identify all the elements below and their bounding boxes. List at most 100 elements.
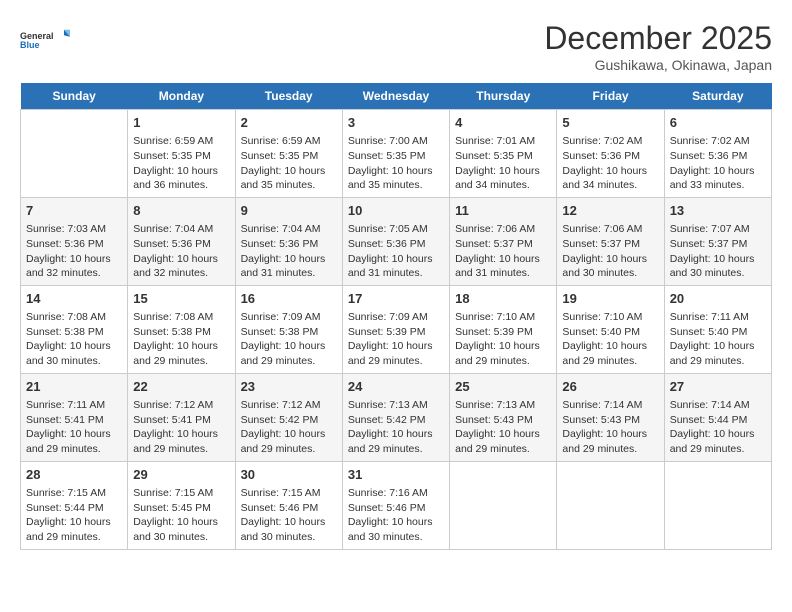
calendar-cell: 17Sunrise: 7:09 AMSunset: 5:39 PMDayligh…: [342, 285, 449, 373]
week-row-4: 21Sunrise: 7:11 AMSunset: 5:41 PMDayligh…: [21, 373, 772, 461]
calendar-cell: [664, 461, 771, 549]
day-number: 7: [26, 202, 122, 220]
calendar-cell: 1Sunrise: 6:59 AMSunset: 5:35 PMDaylight…: [128, 110, 235, 198]
day-info: Sunrise: 7:15 AMSunset: 5:46 PMDaylight:…: [241, 486, 337, 545]
calendar-table: SundayMondayTuesdayWednesdayThursdayFrid…: [20, 83, 772, 550]
day-number: 1: [133, 114, 229, 132]
day-info: Sunrise: 7:10 AMSunset: 5:39 PMDaylight:…: [455, 310, 551, 369]
calendar-cell: 7Sunrise: 7:03 AMSunset: 5:36 PMDaylight…: [21, 197, 128, 285]
week-row-2: 7Sunrise: 7:03 AMSunset: 5:36 PMDaylight…: [21, 197, 772, 285]
day-number: 13: [670, 202, 766, 220]
day-number: 14: [26, 290, 122, 308]
week-row-5: 28 Sunrise: 7:15 AMSunset: 5:44 PMDayligh…: [21, 461, 772, 549]
day-number: 12: [562, 202, 658, 220]
day-info: Sunrise: 7:02 AMSunset: 5:36 PMDaylight:…: [670, 134, 766, 193]
day-info: Sunrise: 7:02 AMSunset: 5:36 PMDaylight:…: [562, 134, 658, 193]
day-number: 16: [241, 290, 337, 308]
day-number: 25: [455, 378, 551, 396]
day-info: Sunrise: 7:13 AMSunset: 5:43 PMDaylight:…: [455, 398, 551, 457]
weekday-wednesday: Wednesday: [342, 83, 449, 110]
weekday-tuesday: Tuesday: [235, 83, 342, 110]
day-number: 8: [133, 202, 229, 220]
weekday-monday: Monday: [128, 83, 235, 110]
calendar-cell: 30 Sunrise: 7:15 AMSunset: 5:46 PMDayligh…: [235, 461, 342, 549]
day-info: Sunrise: 7:10 AMSunset: 5:40 PMDaylight:…: [562, 310, 658, 369]
calendar-cell: 20 Sunrise: 7:11 AMSunset: 5:40 PMDayligh…: [664, 285, 771, 373]
day-number: 20: [670, 290, 766, 308]
day-number: 17: [348, 290, 444, 308]
day-info: Sunrise: 7:04 AMSunset: 5:36 PMDaylight:…: [241, 222, 337, 281]
day-info: Sunrise: 7:00 AMSunset: 5:35 PMDaylight:…: [348, 134, 444, 193]
day-number: 10: [348, 202, 444, 220]
calendar-cell: 10Sunrise: 7:05 AMSunset: 5:36 PMDayligh…: [342, 197, 449, 285]
month-title: December 2025: [544, 20, 772, 57]
calendar-cell: 8 Sunrise: 7:04 AMSunset: 5:36 PMDaylight…: [128, 197, 235, 285]
day-info: Sunrise: 7:12 AMSunset: 5:42 PMDaylight:…: [241, 398, 337, 457]
week-row-1: 1 Sunrise: 6:59 AMSunset: 5:35 PMDaylight…: [21, 110, 772, 198]
day-number: 27: [670, 378, 766, 396]
day-info: Sunrise: 7:08 AMSunset: 5:38 PMDaylight:…: [26, 310, 122, 369]
calendar-cell: 16Sunrise: 7:09 AMSunset: 5:38 PMDayligh…: [235, 285, 342, 373]
svg-text:General: General: [20, 31, 54, 41]
day-number: 6: [670, 114, 766, 132]
page-header: General Blue December 2025 Gushikawa, Ok…: [20, 20, 772, 73]
calendar-cell: 31 Sunrise: 7:16 AMSunset: 5:46 PMDayligh…: [342, 461, 449, 549]
weekday-friday: Friday: [557, 83, 664, 110]
day-number: 9: [241, 202, 337, 220]
calendar-cell: 18Sunrise: 7:10 AMSunset: 5:39 PMDayligh…: [450, 285, 557, 373]
day-info: Sunrise: 7:15 AMSunset: 5:45 PMDaylight:…: [133, 486, 229, 545]
svg-text:Blue: Blue: [20, 40, 40, 50]
weekday-saturday: Saturday: [664, 83, 771, 110]
calendar-cell: 3 Sunrise: 7:00 AMSunset: 5:35 PMDaylight…: [342, 110, 449, 198]
day-number: 29: [133, 466, 229, 484]
weekday-header-row: SundayMondayTuesdayWednesdayThursdayFrid…: [21, 83, 772, 110]
day-info: Sunrise: 7:14 AMSunset: 5:44 PMDaylight:…: [670, 398, 766, 457]
calendar-cell: 2Sunrise: 6:59 AMSunset: 5:35 PMDaylight…: [235, 110, 342, 198]
weekday-sunday: Sunday: [21, 83, 128, 110]
calendar-cell: 14 Sunrise: 7:08 AMSunset: 5:38 PMDayligh…: [21, 285, 128, 373]
calendar-cell: 22 Sunrise: 7:12 AMSunset: 5:41 PMDayligh…: [128, 373, 235, 461]
calendar-cell: 25 Sunrise: 7:13 AMSunset: 5:43 PMDayligh…: [450, 373, 557, 461]
day-number: 26: [562, 378, 658, 396]
day-info: Sunrise: 7:04 AMSunset: 5:36 PMDaylight:…: [133, 222, 229, 281]
week-row-3: 14 Sunrise: 7:08 AMSunset: 5:38 PMDayligh…: [21, 285, 772, 373]
calendar-cell: 28 Sunrise: 7:15 AMSunset: 5:44 PMDayligh…: [21, 461, 128, 549]
day-info: Sunrise: 7:07 AMSunset: 5:37 PMDaylight:…: [670, 222, 766, 281]
logo: General Blue: [20, 20, 70, 60]
calendar-cell: 11 Sunrise: 7:06 AMSunset: 5:37 PMDayligh…: [450, 197, 557, 285]
day-info: Sunrise: 7:12 AMSunset: 5:41 PMDaylight:…: [133, 398, 229, 457]
day-number: 21: [26, 378, 122, 396]
day-number: 15: [133, 290, 229, 308]
day-info: Sunrise: 7:08 AMSunset: 5:38 PMDaylight:…: [133, 310, 229, 369]
calendar-cell: 13 Sunrise: 7:07 AMSunset: 5:37 PMDayligh…: [664, 197, 771, 285]
day-number: 11: [455, 202, 551, 220]
day-number: 3: [348, 114, 444, 132]
calendar-cell: 24 Sunrise: 7:13 AMSunset: 5:42 PMDayligh…: [342, 373, 449, 461]
calendar-cell: 19 Sunrise: 7:10 AMSunset: 5:40 PMDayligh…: [557, 285, 664, 373]
calendar-cell: 4 Sunrise: 7:01 AMSunset: 5:35 PMDaylight…: [450, 110, 557, 198]
logo-icon: General Blue: [20, 20, 70, 60]
calendar-cell: 27 Sunrise: 7:14 AMSunset: 5:44 PMDayligh…: [664, 373, 771, 461]
location: Gushikawa, Okinawa, Japan: [544, 57, 772, 73]
calendar-cell: 29 Sunrise: 7:15 AMSunset: 5:45 PMDayligh…: [128, 461, 235, 549]
day-info: Sunrise: 7:16 AMSunset: 5:46 PMDaylight:…: [348, 486, 444, 545]
day-info: Sunrise: 7:13 AMSunset: 5:42 PMDaylight:…: [348, 398, 444, 457]
day-number: 28: [26, 466, 122, 484]
weekday-thursday: Thursday: [450, 83, 557, 110]
day-number: 30: [241, 466, 337, 484]
day-number: 24: [348, 378, 444, 396]
day-number: 4: [455, 114, 551, 132]
day-info: Sunrise: 7:14 AMSunset: 5:43 PMDaylight:…: [562, 398, 658, 457]
calendar-cell: 23 Sunrise: 7:12 AMSunset: 5:42 PMDayligh…: [235, 373, 342, 461]
day-info: Sunrise: 7:15 AMSunset: 5:44 PMDaylight:…: [26, 486, 122, 545]
day-number: 22: [133, 378, 229, 396]
day-number: 31: [348, 466, 444, 484]
day-info: Sunrise: 7:06 AMSunset: 5:37 PMDaylight:…: [455, 222, 551, 281]
day-info: Sunrise: 7:06 AMSunset: 5:37 PMDaylight:…: [562, 222, 658, 281]
day-info: Sunrise: 7:01 AMSunset: 5:35 PMDaylight:…: [455, 134, 551, 193]
day-number: 19: [562, 290, 658, 308]
day-info: Sunrise: 7:11 AMSunset: 5:40 PMDaylight:…: [670, 310, 766, 369]
day-number: 23: [241, 378, 337, 396]
day-info: Sunrise: 6:59 AMSunset: 5:35 PMDaylight:…: [241, 134, 337, 193]
calendar-cell: 12 Sunrise: 7:06 AMSunset: 5:37 PMDayligh…: [557, 197, 664, 285]
